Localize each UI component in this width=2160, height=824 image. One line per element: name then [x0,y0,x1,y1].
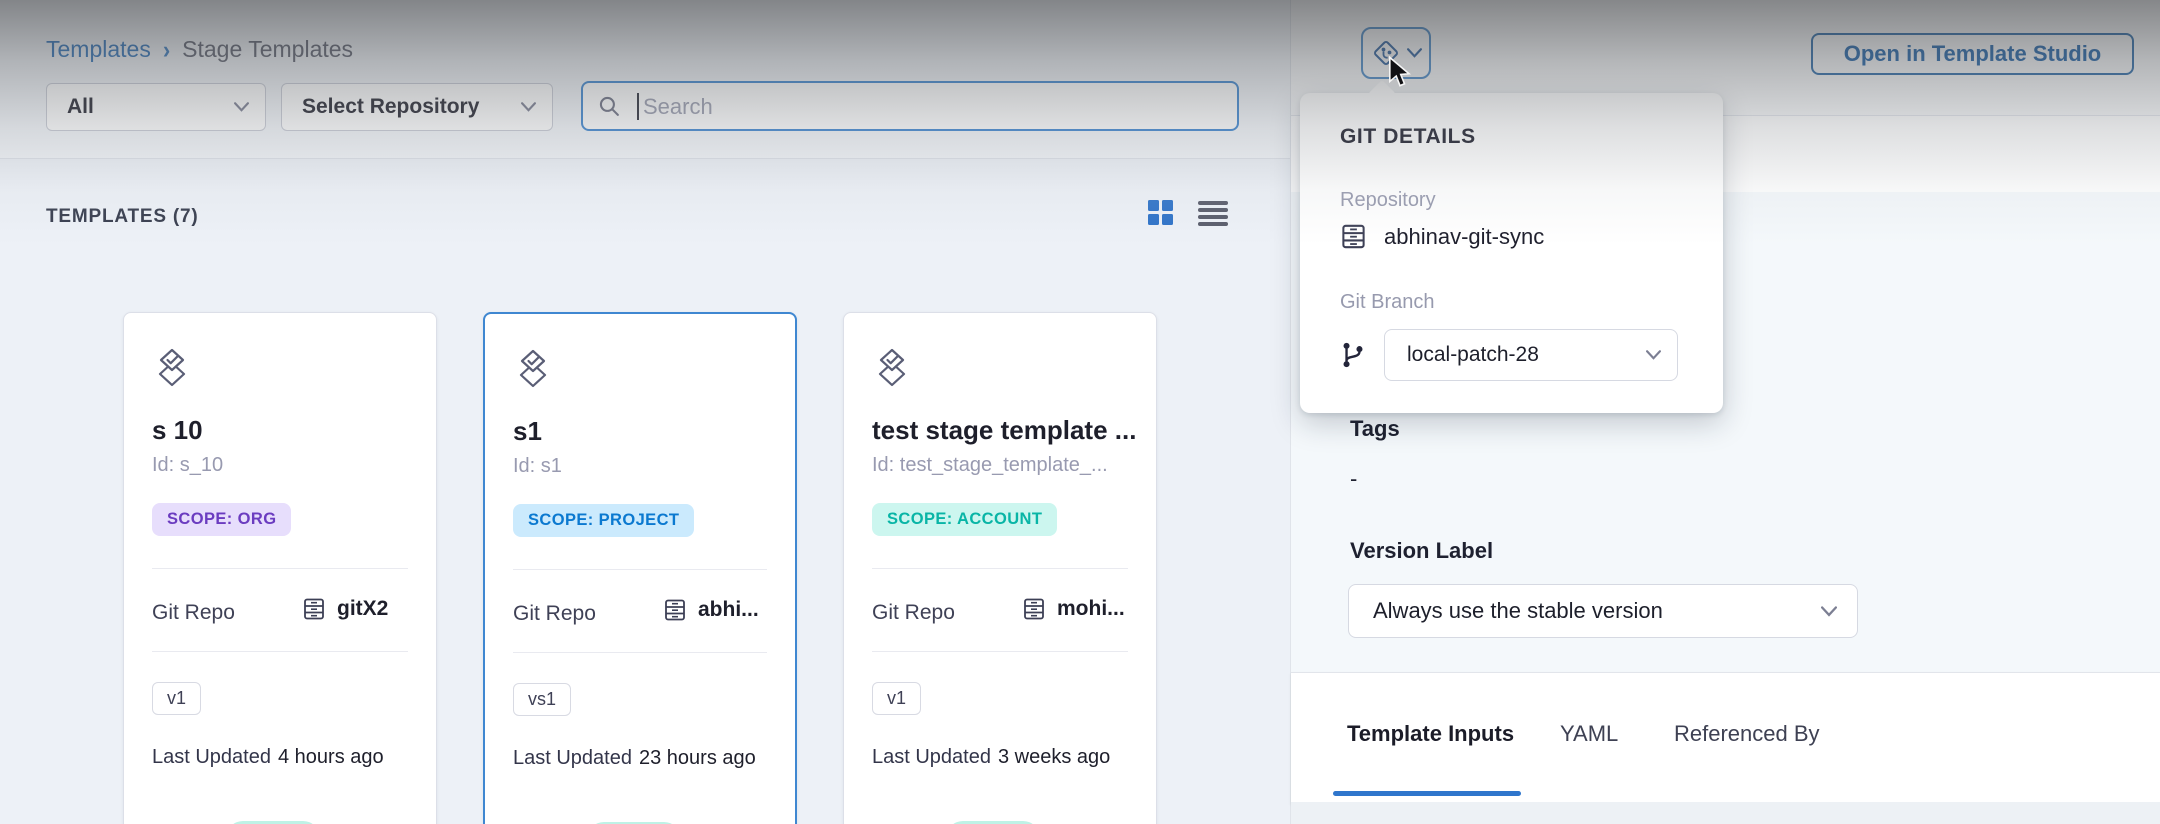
template-card-s10[interactable]: s 10 Id: s_10 SCOPE: ORG Git Repo gitX2 … [123,312,437,824]
template-id: Id: s_10 [152,454,223,477]
git-details-popover: GIT DETAILS Repository abhinav-git-sync … [1300,93,1723,413]
last-updated-label: Last Updated [513,747,632,769]
search-box [581,81,1239,131]
git-repo-value: abhi... [698,598,759,622]
tab-content-area [1291,802,2160,824]
text-cursor [637,93,639,120]
repository-icon [1340,223,1367,250]
divider [513,652,767,653]
git-branch-value: local-patch-28 [1407,343,1539,367]
search-input[interactable] [641,87,1205,127]
template-icon [513,348,553,392]
git-details-title: GIT DETAILS [1340,125,1476,149]
git-repo-label: Git Repo [152,601,235,625]
breadcrumb: Templates › Stage Templates [46,36,353,63]
grid-view-toggle[interactable] [1148,200,1173,225]
template-title: s1 [513,416,542,447]
chevron-down-icon [1646,350,1661,360]
tab-yaml[interactable]: YAML [1560,721,1618,747]
version-label-select[interactable]: Always use the stable version [1348,584,1858,638]
repository-select[interactable]: Select Repository [281,83,553,131]
template-title: test stage template ... [872,415,1136,446]
last-updated-value: 23 hours ago [639,747,756,769]
chevron-down-icon [521,102,536,112]
scope-badge: SCOPE: PROJECT [513,504,694,537]
tags-label: Tags [1350,416,1400,442]
open-in-template-studio-button[interactable]: Open in Template Studio [1811,33,2134,75]
tags-value: - [1350,466,1357,492]
breadcrumb-chevron-icon: › [163,35,170,65]
mouse-cursor [1385,56,1415,88]
template-card-test-stage[interactable]: test stage template ... Id: test_stage_t… [843,312,1157,824]
chevron-down-icon [234,102,249,112]
repository-label: Repository [1340,189,1436,212]
version-chip: vs1 [513,683,571,716]
details-tabs-bar: Template Inputs YAML Referenced By [1291,672,2160,803]
last-updated-label: Last Updated [872,746,991,768]
divider [152,568,408,569]
repository-icon [1022,597,1046,621]
tab-referenced-by[interactable]: Referenced By [1674,721,1820,747]
git-branch-label: Git Branch [1340,291,1434,314]
git-repo-value: mohi... [1057,597,1125,621]
chevron-down-icon [1821,606,1837,617]
last-updated-label: Last Updated [152,746,271,768]
git-branch-icon [1340,341,1366,369]
git-branch-select[interactable]: local-patch-28 [1384,329,1678,381]
scope-badge: SCOPE: ORG [152,503,291,536]
git-repo-value: gitX2 [337,597,388,621]
templates-page: Templates › Stage Templates All Select R… [0,0,2160,824]
template-id: Id: s1 [513,455,562,478]
divider [513,569,767,570]
version-chip: v1 [152,682,201,715]
repository-value: abhinav-git-sync [1384,224,1544,250]
repository-icon [663,598,687,622]
template-card-s1[interactable]: s1 Id: s1 SCOPE: PROJECT Git Repo abhi..… [483,312,797,824]
templates-count-heading: TEMPLATES (7) [46,206,199,228]
git-repo-label: Git Repo [513,602,596,626]
divider [152,651,408,652]
template-type-value: All [67,95,94,119]
template-icon [152,347,192,391]
git-repo-label: Git Repo [872,601,955,625]
template-id: Id: test_stage_template_... [872,454,1108,477]
version-chip: v1 [872,682,921,715]
template-title: s 10 [152,415,203,446]
list-view-toggle[interactable] [1198,201,1228,226]
repository-icon [302,597,326,621]
divider [872,651,1128,652]
breadcrumb-templates-link[interactable]: Templates [46,36,151,63]
repository-select-value: Select Repository [302,95,479,119]
list-header: Templates › Stage Templates All Select R… [0,0,1290,159]
scope-badge: SCOPE: ACCOUNT [872,503,1057,536]
template-icon [872,347,912,391]
tab-template-inputs[interactable]: Template Inputs [1347,721,1514,747]
version-label-heading: Version Label [1350,538,1493,564]
template-type-select[interactable]: All [46,83,266,131]
divider [872,568,1128,569]
last-updated-value: 4 hours ago [278,746,384,768]
last-updated-value: 3 weeks ago [998,746,1110,768]
breadcrumb-current: Stage Templates [182,36,353,63]
version-label-value: Always use the stable version [1373,598,1663,624]
active-tab-indicator [1333,791,1521,796]
search-icon [598,95,621,118]
